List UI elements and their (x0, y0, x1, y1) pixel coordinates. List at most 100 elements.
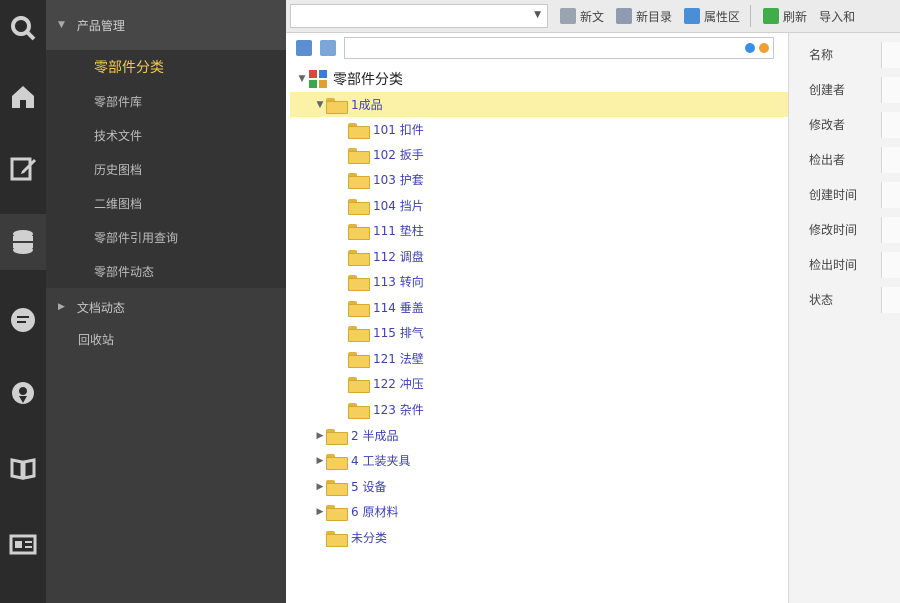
prop-row: 检出时间 (789, 247, 900, 282)
id-card-icon[interactable] (0, 516, 46, 572)
edit-icon[interactable] (0, 140, 46, 196)
nav-item-parts-reference-query[interactable]: 零部件引用查询 (46, 220, 286, 254)
folder-icon (348, 198, 370, 215)
folder-icon (326, 428, 348, 445)
folder-icon (348, 300, 370, 317)
tree-node[interactable]: ▼ 1成品 (290, 92, 788, 117)
tree-node[interactable]: ▶ 2 半成品 (290, 423, 788, 448)
chevron-right-icon[interactable]: ▶ (314, 431, 326, 441)
folder-icon (326, 479, 348, 496)
chevron-right-icon: ▶ (58, 302, 65, 312)
chevron-right-icon[interactable]: ▶ (314, 456, 326, 466)
prop-row: 修改者 (789, 107, 900, 142)
search-go-icon[interactable] (745, 43, 755, 53)
folder-icon (326, 530, 348, 547)
nav-item-2d-drawings[interactable]: 二维图档 (46, 186, 286, 220)
nav-panel: ▼ 产品管理 零部件分类 零部件库 技术文件 历史图档 二维图档 零部件引用查询… (46, 0, 286, 603)
prop-value[interactable] (881, 181, 900, 208)
document-icon (560, 8, 576, 24)
chat-icon[interactable] (0, 292, 46, 348)
prop-row: 创建者 (789, 72, 900, 107)
tree-panel: ▼ 零部件分类 ▼ 1成品 101 扣件 102 扳手 103 护套 104 挡… (290, 33, 788, 603)
add-node-icon[interactable] (296, 40, 312, 56)
new-doc-button[interactable]: 新文 (560, 4, 604, 28)
tree-node[interactable]: 102 扳手 (290, 142, 788, 167)
database-icon[interactable] (0, 214, 46, 270)
tree-node[interactable]: 115 排气 (290, 320, 788, 345)
tree-node[interactable]: 114 垂盖 (290, 295, 788, 320)
nav-item-recycle-bin[interactable]: 回收站 (46, 324, 286, 354)
path-combobox[interactable]: ▼ (290, 4, 548, 28)
tree-node[interactable]: 103 护套 (290, 167, 788, 192)
prop-row: 名称 (789, 37, 900, 72)
book-icon[interactable] (0, 440, 46, 496)
prop-row: 创建时间 (789, 177, 900, 212)
icon-rail (0, 0, 46, 603)
prop-row: 检出者 (789, 142, 900, 177)
toolbar-divider (750, 5, 752, 27)
folder-icon (326, 97, 348, 114)
nav-group-doc-activity[interactable]: ▶ 文档动态 (46, 290, 286, 324)
nav-section-header[interactable]: ▼ 产品管理 (46, 0, 286, 50)
nav-sub-list: 零部件分类 零部件库 技术文件 历史图档 二维图档 零部件引用查询 零部件动态 (46, 50, 286, 288)
tree-node[interactable]: 112 调盘 (290, 244, 788, 269)
tree-expand-icon[interactable] (320, 40, 336, 56)
tree-node[interactable]: 113 转向 (290, 269, 788, 294)
tree-node[interactable]: 111 垫柱 (290, 218, 788, 243)
tree-search-row (290, 33, 788, 63)
tree-node[interactable]: 122 冲压 (290, 371, 788, 396)
properties-panel: 名称 创建者 修改者 检出者 创建时间 修改时间 检出时间 状态 (788, 33, 900, 603)
search-icon[interactable] (0, 0, 46, 56)
tree-node[interactable]: 121 法壁 (290, 346, 788, 371)
toolbar: ▼ 新文 新目录 属性区 刷新 导入和 (286, 0, 900, 33)
prop-value[interactable] (881, 286, 900, 313)
nav-item-parts-activity[interactable]: 零部件动态 (46, 254, 286, 288)
folder-icon (348, 122, 370, 139)
properties-button[interactable]: 属性区 (684, 4, 740, 28)
tree-node[interactable]: ▶ 6 原材料 (290, 499, 788, 524)
prop-row: 状态 (789, 282, 900, 317)
home-icon[interactable] (0, 68, 46, 124)
clear-icon[interactable] (759, 43, 769, 53)
prop-value[interactable] (881, 251, 900, 278)
folder-icon (326, 453, 348, 470)
location-icon[interactable] (0, 366, 46, 422)
nav-item-history-drawings[interactable]: 历史图档 (46, 152, 286, 186)
prop-value[interactable] (881, 146, 900, 173)
prop-value[interactable] (881, 41, 900, 68)
tree-node[interactable]: 101 扣件 (290, 117, 788, 142)
new-folder-button[interactable]: 新目录 (616, 4, 672, 28)
nav-section-title: 产品管理 (76, 18, 125, 33)
import-button[interactable]: 导入和 (819, 4, 855, 28)
folder-icon (348, 274, 370, 291)
folder-icon (348, 147, 370, 164)
chevron-down-icon[interactable]: ▼ (314, 100, 326, 110)
nav-item-parts-category[interactable]: 零部件分类 (46, 50, 286, 84)
folder-icon (348, 249, 370, 266)
prop-value[interactable] (881, 76, 900, 103)
chevron-right-icon[interactable]: ▶ (314, 507, 326, 517)
category-tree-icon (309, 69, 327, 88)
tree-node[interactable]: ▶ 5 设备 (290, 474, 788, 499)
folder-icon (348, 351, 370, 368)
tree-root[interactable]: ▼ 零部件分类 (290, 66, 788, 91)
tree-root-label: 零部件分类 (333, 71, 403, 88)
refresh-button[interactable]: 刷新 (763, 4, 807, 28)
tree-node[interactable]: ▶ 4 工装夹具 (290, 448, 788, 473)
tree-search-input[interactable] (344, 37, 774, 59)
chevron-right-icon[interactable]: ▶ (314, 482, 326, 492)
tree-node[interactable]: 未分类 (290, 525, 788, 550)
nav-item-tech-docs[interactable]: 技术文件 (46, 118, 286, 152)
tree-node[interactable]: 123 杂件 (290, 397, 788, 422)
chevron-down-icon: ▼ (58, 20, 65, 30)
chevron-down-icon[interactable]: ▼ (296, 74, 308, 84)
refresh-icon (763, 8, 780, 24)
tree-node[interactable]: 104 挡片 (290, 193, 788, 218)
folder-icon (326, 504, 348, 521)
prop-value[interactable] (881, 216, 900, 243)
prop-value[interactable] (881, 111, 900, 138)
folder-icon (348, 172, 370, 189)
nav-item-parts-library[interactable]: 零部件库 (46, 84, 286, 118)
chevron-down-icon: ▼ (534, 10, 541, 20)
monitor-icon (684, 8, 701, 24)
